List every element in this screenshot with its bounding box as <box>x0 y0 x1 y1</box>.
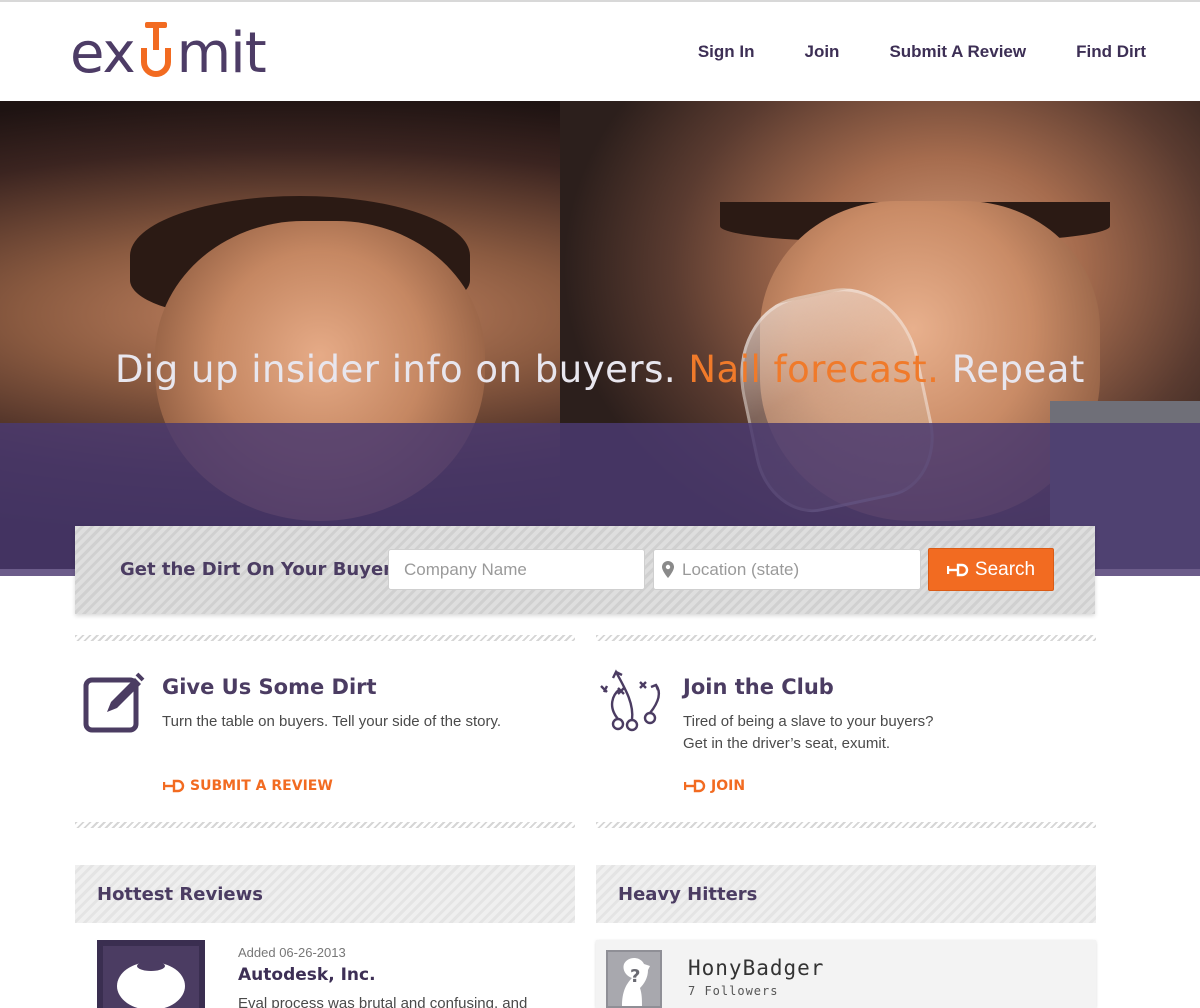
logo-text-left: ex <box>70 21 136 86</box>
site-header: ex mit Sign In Join Submit A Review Find… <box>0 2 1200 101</box>
shovel-arrow-icon <box>163 779 185 793</box>
badger-question-icon: ? <box>622 958 650 1006</box>
tagline-accent: Nail forecast. <box>688 348 940 391</box>
join-club-text-line1: Tired of being a slave to your buyers? <box>683 713 934 730</box>
divider <box>596 635 1096 641</box>
divider <box>75 635 575 641</box>
join-club-title: Join the Club <box>683 675 834 699</box>
hitter-followers: 7 Followers <box>688 984 779 998</box>
location-pin-icon <box>662 561 674 578</box>
shovel-arrow-icon <box>946 563 969 576</box>
review-snippet: Eval process was brutal and confusing, a… <box>238 995 528 1008</box>
shovel-arrow-icon <box>684 779 706 793</box>
hottest-reviews-title: Hottest Reviews <box>97 884 263 905</box>
give-dirt-title: Give Us Some Dirt <box>162 675 377 699</box>
logo-wordmark: ex mit <box>70 20 267 86</box>
join-link[interactable]: JOIN <box>684 778 745 794</box>
nav-join[interactable]: Join <box>805 42 840 62</box>
logo-text-right: mit <box>176 21 267 86</box>
main-nav: Sign In Join Submit A Review Find Dirt <box>648 42 1146 62</box>
review-company-logo[interactable] <box>97 940 205 1008</box>
nav-find-dirt[interactable]: Find Dirt <box>1076 42 1146 62</box>
heavy-hitters-header: Heavy Hitters <box>596 865 1096 923</box>
hero-tagline: Dig up insider info on buyers. Nail fore… <box>0 348 1200 391</box>
playbook-icon <box>600 669 661 732</box>
heavy-hitters-title: Heavy Hitters <box>618 884 758 905</box>
nav-sign-in[interactable]: Sign In <box>698 42 755 62</box>
svg-text:?: ? <box>630 966 640 987</box>
heavy-hitter-item[interactable]: ? HonyBadger 7 Followers <box>596 940 1096 1008</box>
company-name-input[interactable]: Company Name <box>388 549 645 590</box>
divider <box>75 822 575 828</box>
tagline-part3: Repeat <box>951 348 1085 391</box>
nav-submit-review[interactable]: Submit A Review <box>889 42 1026 62</box>
edit-icon <box>83 672 145 733</box>
review-company-link[interactable]: Autodesk, Inc. <box>238 965 376 985</box>
search-button[interactable]: Search <box>928 548 1054 591</box>
join-link-label: JOIN <box>711 778 746 794</box>
hitter-name[interactable]: HonyBadger <box>688 956 824 980</box>
shovel-icon <box>140 22 171 77</box>
hottest-reviews-header: Hottest Reviews <box>75 865 575 923</box>
location-input[interactable]: Location (state) <box>653 549 921 590</box>
submit-review-link[interactable]: SUBMIT A REVIEW <box>163 778 333 794</box>
logo[interactable]: ex mit <box>70 16 267 86</box>
piggy-bank-icon <box>117 961 185 1008</box>
search-bar: Get the Dirt On Your Buyers Company Name… <box>75 526 1095 614</box>
hero-banner <box>0 101 1200 576</box>
tagline-part1: Dig up insider info on buyers. <box>115 348 677 391</box>
review-date: Added 06-26-2013 <box>238 945 346 960</box>
divider <box>596 822 1096 828</box>
avatar: ? <box>606 950 662 1008</box>
submit-review-link-label: SUBMIT A REVIEW <box>190 778 333 794</box>
join-club-text-line2: Get in the driver’s seat, exumit. <box>683 735 891 752</box>
give-dirt-text: Turn the table on buyers. Tell your side… <box>162 713 502 730</box>
search-button-label: Search <box>974 558 1036 580</box>
search-label: Get the Dirt On Your Buyers <box>120 559 403 580</box>
